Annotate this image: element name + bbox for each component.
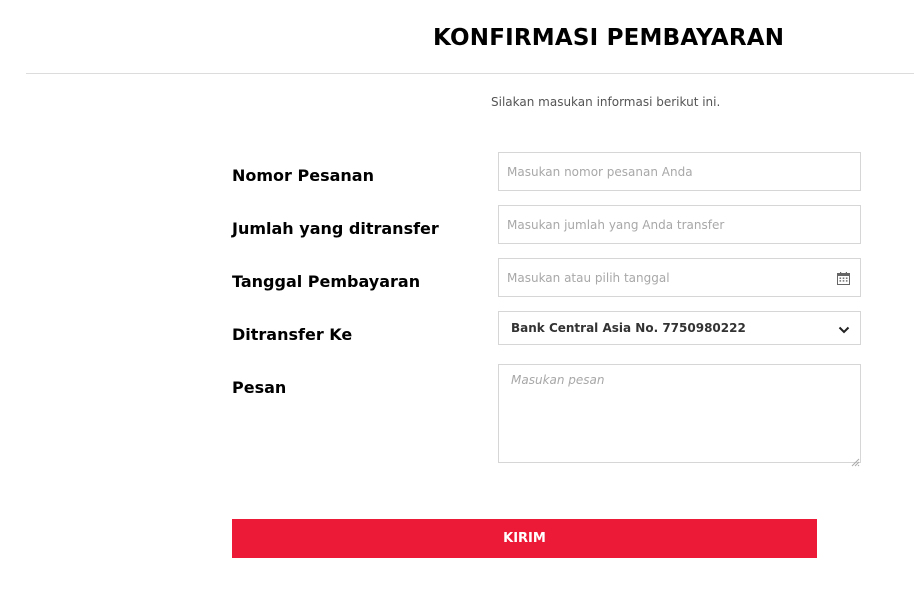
payment-confirmation-page: KONFIRMASI PEMBAYARAN Silakan masukan in… bbox=[0, 0, 914, 596]
resize-handle-icon[interactable] bbox=[851, 452, 860, 467]
submit-button[interactable]: KIRIM bbox=[232, 519, 817, 558]
amount-label: Jumlah yang ditransfer bbox=[232, 219, 439, 238]
payment-date-label: Tanggal Pembayaran bbox=[232, 272, 421, 291]
page-subtitle: Silakan masukan informasi berikut ini. bbox=[491, 95, 721, 109]
order-number-input[interactable] bbox=[498, 152, 861, 191]
calendar-icon[interactable] bbox=[837, 270, 850, 285]
transfer-to-label: Ditransfer Ke bbox=[232, 325, 353, 344]
header-divider bbox=[26, 73, 914, 74]
chevron-down-icon bbox=[838, 321, 850, 334]
order-number-label: Nomor Pesanan bbox=[232, 166, 374, 185]
amount-input[interactable] bbox=[498, 205, 861, 244]
message-textarea[interactable] bbox=[498, 364, 861, 463]
message-label: Pesan bbox=[232, 378, 287, 397]
transfer-to-selected-value: Bank Central Asia No. 7750980222 bbox=[511, 321, 746, 335]
transfer-to-select[interactable]: Bank Central Asia No. 7750980222 bbox=[498, 311, 861, 345]
page-title: KONFIRMASI PEMBAYARAN bbox=[433, 25, 785, 51]
payment-date-field bbox=[498, 258, 861, 297]
payment-date-input[interactable] bbox=[498, 258, 861, 297]
